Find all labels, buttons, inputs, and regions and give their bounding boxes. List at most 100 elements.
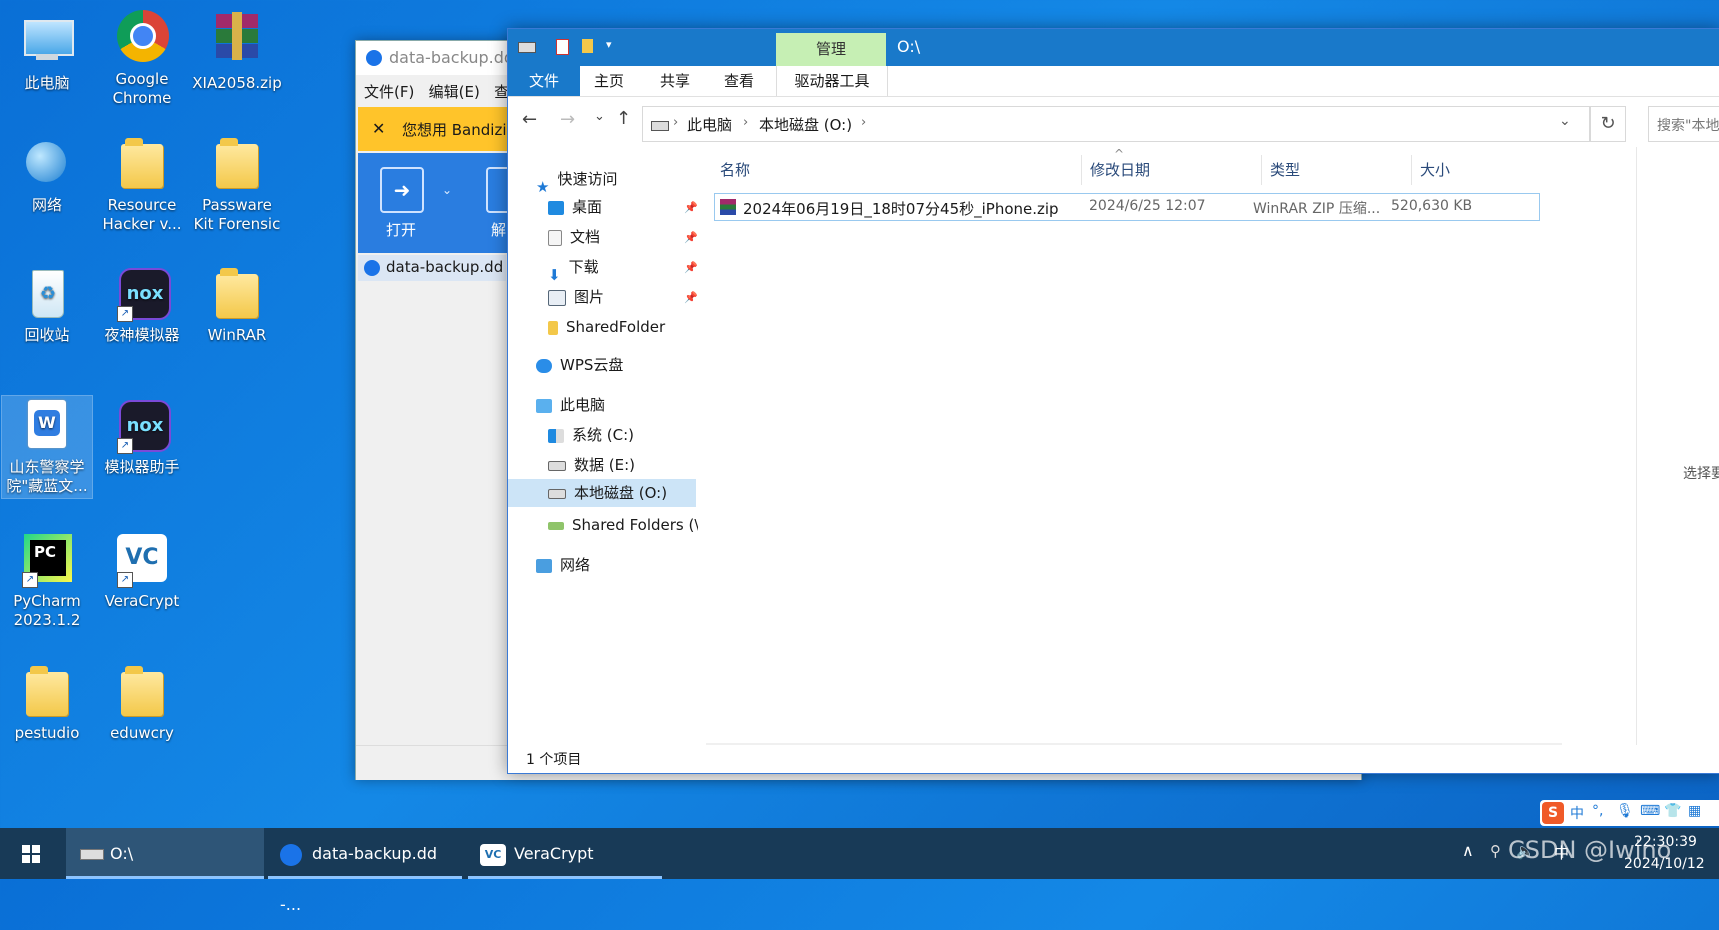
desktop-icon-veracrypt[interactable]: VC ↗ VeraCrypt [97,530,187,611]
navigation-pane: ★ 快速访问 桌面 📌 文档 📌 ⬇ 下载 📌 图片 📌 SharedFolder … [508,155,704,755]
tab-file[interactable]: 文件 [508,66,580,96]
network-icon [536,558,552,573]
customize-dropdown-icon[interactable]: ▾ [606,38,612,51]
show-hidden-icons-chevron-icon[interactable]: ∧ [1462,841,1474,860]
pin-icon[interactable]: 📌 [684,261,698,274]
desktop-icon-passware[interactable]: Passware Kit Forensic [192,134,282,234]
ribbon-context-tab-manage[interactable]: 管理 [776,33,886,66]
shortcut-arrow-icon: ↗ [117,438,133,454]
chrome-icon [113,8,171,66]
pin-icon[interactable]: 📌 [684,201,698,214]
winrar-archive-icon [208,12,266,70]
file-list: ^ 名称 修改日期 类型 大小 2024年06月19日_18时07分45秒_iP… [704,147,1636,763]
microphone-icon[interactable]: 🎙 [1616,803,1634,819]
breadcrumb-this-pc[interactable]: 此电脑 [687,114,732,135]
menu-edit[interactable]: 编辑(E) [429,83,480,101]
nav-wps-cloud[interactable]: WPS云盘 [536,351,623,379]
column-header-type[interactable]: 类型 [1262,155,1412,185]
breadcrumb-separator-icon: › [673,115,679,130]
tab-share[interactable]: 共享 [660,66,690,96]
nav-documents[interactable]: 文档 [548,223,600,251]
punctuation-icon[interactable]: °, [1592,803,1603,819]
nav-drive-o-selected[interactable]: 本地磁盘 (O:) [508,479,696,507]
nav-shared-folders[interactable]: Shared Folders (\\ [548,511,698,539]
desktop-icon-this-pc[interactable]: 此电脑 [2,12,92,93]
start-button[interactable] [0,828,62,879]
nav-drive-c[interactable]: 系统 (C:) [548,421,634,449]
desktop-icon-eduwcry[interactable]: eduwcry [97,662,187,743]
explorer-titlebar[interactable]: ▾ 管理 O:\ [508,29,1719,66]
refresh-icon[interactable]: ↻ [1590,106,1626,142]
desktop-icon-recycle-bin[interactable]: ♻ 回收站 [2,264,92,345]
wps-document-icon: W [18,396,76,454]
skin-icon[interactable]: 👕 [1664,803,1681,819]
recycle-bin-icon: ♻ [18,264,76,322]
bandizip-title: data-backup.dd [389,48,515,67]
table-row[interactable]: 2024年06月19日_18时07分45秒_iPhone.zip 2024/6/… [714,193,1540,221]
nav-desktop[interactable]: 桌面 [548,193,602,221]
sogou-ime-icon[interactable]: S [1542,802,1564,824]
desktop-icon-pycharm[interactable]: PC ↗ PyCharm 2023.1.2 [2,530,92,630]
file-explorer-window[interactable]: ▾ 管理 O:\ 文件 主页 共享 查看 驱动器工具 ← → ⌄ ↑ › 此电脑… [507,28,1719,774]
desktop-icon-xia2058-zip[interactable]: XIA2058.zip [192,12,282,93]
taskbar-item-explorer[interactable]: O:\ [66,828,264,879]
address-dropdown-chevron-icon[interactable]: ⌄ [1559,113,1571,129]
up-arrow-icon[interactable]: ↑ [616,108,631,129]
chevron-down-icon[interactable]: ⌄ [442,183,452,197]
star-icon: ★ [536,177,550,196]
bandizip-app-icon [280,843,302,866]
pin-icon[interactable]: 📌 [684,231,698,244]
tab-view[interactable]: 查看 [724,66,754,96]
nav-sharedfolder[interactable]: SharedFolder [548,313,665,341]
desktop-icon-chrome[interactable]: Google Chrome [97,8,187,108]
extract-button[interactable]: 解 [491,219,506,240]
recent-locations-chevron-icon[interactable]: ⌄ [594,109,605,124]
desktop-icon-resource-hacker[interactable]: Resource Hacker v... [97,134,187,234]
keyboard-icon[interactable]: ⌨ [1640,803,1660,819]
desktop-icon-pestudio[interactable]: pestudio [2,662,92,743]
pin-icon[interactable]: 📌 [684,291,698,304]
properties-icon[interactable] [556,39,569,55]
bandizip-file-row[interactable]: data-backup.dd [358,255,506,281]
shortcut-arrow-icon: ↗ [22,572,38,588]
windows-logo-icon [22,845,30,853]
explorer-statusbar: 1 个项目 [508,745,1719,773]
column-header-modified[interactable]: 修改日期 [1082,155,1262,185]
close-icon[interactable]: ✕ [372,119,385,138]
nav-pictures[interactable]: 图片 [548,283,604,311]
column-header-name[interactable]: 名称 [712,155,1082,185]
desktop-icon-emulator-helper[interactable]: nox ↗ 模拟器助手 [97,396,187,477]
nav-downloads[interactable]: ⬇ 下载 [548,253,599,284]
ime-chinese-mode[interactable]: 中 [1570,803,1584,823]
nav-this-pc[interactable]: 此电脑 [536,391,605,419]
network-drive-icon [548,521,564,530]
search-box[interactable]: 搜索"本地 [1648,106,1719,142]
folder-icon [548,320,558,335]
column-header-size[interactable]: 大小 [1412,155,1522,185]
back-arrow-icon[interactable]: ← [522,109,537,130]
desktop-icon-shandong-police[interactable]: W 山东警察学院"藏蓝文... [1,395,93,499]
tab-home[interactable]: 主页 [594,66,624,96]
file-name: 2024年06月19日_18时07分45秒_iPhone.zip [743,200,1059,218]
address-bar[interactable]: › 此电脑 › 本地磁盘 (O:) › ⌄ [642,106,1590,142]
network-status-icon[interactable]: ⚲ [1490,842,1501,860]
folder-icon [113,662,171,720]
desktop-icon-network[interactable]: 网络 [2,134,92,215]
open-button[interactable]: 打开 [386,219,416,240]
toolbox-icon[interactable]: ▦ [1688,803,1701,819]
forward-arrow-icon[interactable]: → [560,109,575,130]
desktop-icon-nox[interactable]: nox ↗ 夜神模拟器 [97,264,187,345]
taskbar-item-veracrypt[interactable]: VC VeraCrypt [468,828,662,879]
nav-quick-access[interactable]: ★ 快速访问 [536,165,617,196]
new-folder-icon[interactable] [582,39,593,53]
taskbar-item-bandizip[interactable]: data-backup.dd -... [268,828,462,914]
tab-drive-tools[interactable]: 驱动器工具 [776,66,888,96]
nav-network[interactable]: 网络 [536,551,590,579]
ime-toolbar[interactable]: S 中 °, 🎙 ⌨ 👕 ▦ [1540,800,1719,826]
nav-drive-e[interactable]: 数据 (E:) [548,451,635,479]
menu-file[interactable]: 文件(F) [364,83,414,101]
desktop-icon-winrar-folder[interactable]: WinRAR [192,264,282,345]
breadcrumb-separator-icon: › [743,115,749,130]
drive-icon [518,42,536,53]
breadcrumb-local-disk-o[interactable]: 本地磁盘 (O:) [759,114,852,135]
